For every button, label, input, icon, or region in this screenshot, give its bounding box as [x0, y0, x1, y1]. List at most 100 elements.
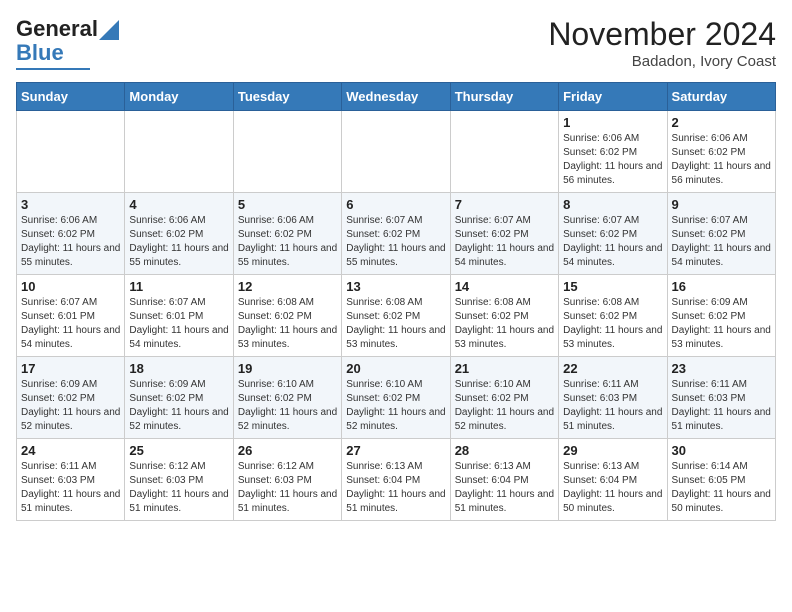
day-number: 12: [238, 279, 337, 294]
day-number: 22: [563, 361, 662, 376]
day-info: Sunrise: 6:11 AM Sunset: 6:03 PM Dayligh…: [21, 460, 120, 516]
day-info: Sunrise: 6:09 AM Sunset: 6:02 PM Dayligh…: [672, 296, 771, 352]
day-info: Sunrise: 6:12 AM Sunset: 6:03 PM Dayligh…: [238, 460, 337, 516]
logo-underline: [16, 68, 90, 70]
calendar-cell: 28 Sunrise: 6:13 AM Sunset: 6:04 PM Dayli…: [450, 439, 558, 521]
day-info: Sunrise: 6:12 AM Sunset: 6:03 PM Dayligh…: [129, 460, 228, 516]
calendar-cell: 7 Sunrise: 6:07 AM Sunset: 6:02 PM Daylig…: [450, 193, 558, 275]
calendar-cell: 19 Sunrise: 6:10 AM Sunset: 6:02 PM Dayli…: [233, 357, 341, 439]
logo: General Blue: [16, 16, 119, 70]
calendar-cell: [17, 111, 125, 193]
day-number: 14: [455, 279, 554, 294]
calendar-cell: [342, 111, 450, 193]
calendar-cell: 3 Sunrise: 6:06 AM Sunset: 6:02 PM Daylig…: [17, 193, 125, 275]
weekday-header-friday: Friday: [559, 83, 667, 111]
day-number: 18: [129, 361, 228, 376]
calendar-cell: [125, 111, 233, 193]
calendar-week-2: 3 Sunrise: 6:06 AM Sunset: 6:02 PM Daylig…: [17, 193, 776, 275]
weekday-header-thursday: Thursday: [450, 83, 558, 111]
day-info: Sunrise: 6:13 AM Sunset: 6:04 PM Dayligh…: [563, 460, 662, 516]
day-number: 11: [129, 279, 228, 294]
day-number: 23: [672, 361, 771, 376]
day-info: Sunrise: 6:13 AM Sunset: 6:04 PM Dayligh…: [346, 460, 445, 516]
day-number: 19: [238, 361, 337, 376]
day-info: Sunrise: 6:09 AM Sunset: 6:02 PM Dayligh…: [129, 378, 228, 434]
day-number: 7: [455, 197, 554, 212]
day-number: 27: [346, 443, 445, 458]
calendar-cell: [450, 111, 558, 193]
calendar-cell: [233, 111, 341, 193]
calendar-cell: 11 Sunrise: 6:07 AM Sunset: 6:01 PM Dayli…: [125, 275, 233, 357]
day-info: Sunrise: 6:08 AM Sunset: 6:02 PM Dayligh…: [238, 296, 337, 352]
calendar-cell: 9 Sunrise: 6:07 AM Sunset: 6:02 PM Daylig…: [667, 193, 775, 275]
calendar-cell: 17Sunrise: 6:09 AM Sunset: 6:02 PM Dayli…: [17, 357, 125, 439]
day-info: Sunrise: 6:14 AM Sunset: 6:05 PM Dayligh…: [672, 460, 771, 516]
day-number: 24: [21, 443, 120, 458]
day-info: Sunrise: 6:07 AM Sunset: 6:01 PM Dayligh…: [21, 296, 120, 352]
logo-arrow-icon: [99, 20, 119, 40]
day-number: 5: [238, 197, 337, 212]
day-info: Sunrise: 6:10 AM Sunset: 6:02 PM Dayligh…: [238, 378, 337, 434]
calendar-cell: 4 Sunrise: 6:06 AM Sunset: 6:02 PM Daylig…: [125, 193, 233, 275]
calendar-cell: 13 Sunrise: 6:08 AM Sunset: 6:02 PM Dayli…: [342, 275, 450, 357]
day-number: 13: [346, 279, 445, 294]
weekday-header-row: SundayMondayTuesdayWednesdayThursdayFrid…: [17, 83, 776, 111]
day-info: Sunrise: 6:07 AM Sunset: 6:01 PM Dayligh…: [129, 296, 228, 352]
calendar-cell: 29 Sunrise: 6:13 AM Sunset: 6:04 PM Dayli…: [559, 439, 667, 521]
day-number: 20: [346, 361, 445, 376]
day-number: 26: [238, 443, 337, 458]
day-number: 21: [455, 361, 554, 376]
day-info: Sunrise: 6:08 AM Sunset: 6:02 PM Dayligh…: [455, 296, 554, 352]
day-number: 2: [672, 115, 771, 130]
day-info: Sunrise: 6:07 AM Sunset: 6:02 PM Dayligh…: [563, 214, 662, 270]
location: Badadon, Ivory Coast: [548, 53, 776, 70]
day-number: 3: [21, 197, 120, 212]
logo-blue: Blue: [16, 40, 64, 66]
calendar-cell: 22 Sunrise: 6:11 AM Sunset: 6:03 PM Dayli…: [559, 357, 667, 439]
weekday-header-saturday: Saturday: [667, 83, 775, 111]
day-info: Sunrise: 6:06 AM Sunset: 6:02 PM Dayligh…: [563, 132, 662, 188]
day-info: Sunrise: 6:06 AM Sunset: 6:02 PM Dayligh…: [129, 214, 228, 270]
calendar-cell: 26 Sunrise: 6:12 AM Sunset: 6:03 PM Dayli…: [233, 439, 341, 521]
day-number: 6: [346, 197, 445, 212]
day-info: Sunrise: 6:07 AM Sunset: 6:02 PM Dayligh…: [346, 214, 445, 270]
calendar-cell: 14 Sunrise: 6:08 AM Sunset: 6:02 PM Dayli…: [450, 275, 558, 357]
calendar-cell: 2 Sunrise: 6:06 AM Sunset: 6:02 PM Daylig…: [667, 111, 775, 193]
calendar-cell: 15Sunrise: 6:08 AM Sunset: 6:02 PM Dayli…: [559, 275, 667, 357]
weekday-header-wednesday: Wednesday: [342, 83, 450, 111]
day-number: 16: [672, 279, 771, 294]
calendar-cell: 1 Sunrise: 6:06 AM Sunset: 6:02 PM Daylig…: [559, 111, 667, 193]
month-title: November 2024: [548, 16, 776, 53]
day-number: 30: [672, 443, 771, 458]
day-info: Sunrise: 6:08 AM Sunset: 6:02 PM Dayligh…: [346, 296, 445, 352]
day-info: Sunrise: 6:13 AM Sunset: 6:04 PM Dayligh…: [455, 460, 554, 516]
calendar-cell: 25 Sunrise: 6:12 AM Sunset: 6:03 PM Dayli…: [125, 439, 233, 521]
day-info: Sunrise: 6:06 AM Sunset: 6:02 PM Dayligh…: [21, 214, 120, 270]
day-number: 29: [563, 443, 662, 458]
calendar-cell: 10Sunrise: 6:07 AM Sunset: 6:01 PM Dayli…: [17, 275, 125, 357]
day-number: 28: [455, 443, 554, 458]
calendar-cell: 8Sunrise: 6:07 AM Sunset: 6:02 PM Daylig…: [559, 193, 667, 275]
calendar-cell: 6 Sunrise: 6:07 AM Sunset: 6:02 PM Daylig…: [342, 193, 450, 275]
day-info: Sunrise: 6:10 AM Sunset: 6:02 PM Dayligh…: [346, 378, 445, 434]
calendar-cell: 5Sunrise: 6:06 AM Sunset: 6:02 PM Daylig…: [233, 193, 341, 275]
day-info: Sunrise: 6:06 AM Sunset: 6:02 PM Dayligh…: [672, 132, 771, 188]
day-info: Sunrise: 6:11 AM Sunset: 6:03 PM Dayligh…: [563, 378, 662, 434]
page-header: General Blue November 2024 Badadon, Ivor…: [16, 16, 776, 70]
calendar-week-5: 24 Sunrise: 6:11 AM Sunset: 6:03 PM Dayli…: [17, 439, 776, 521]
day-info: Sunrise: 6:07 AM Sunset: 6:02 PM Dayligh…: [455, 214, 554, 270]
day-info: Sunrise: 6:07 AM Sunset: 6:02 PM Dayligh…: [672, 214, 771, 270]
day-number: 1: [563, 115, 662, 130]
day-info: Sunrise: 6:11 AM Sunset: 6:03 PM Dayligh…: [672, 378, 771, 434]
day-number: 25: [129, 443, 228, 458]
day-number: 9: [672, 197, 771, 212]
calendar-cell: 24 Sunrise: 6:11 AM Sunset: 6:03 PM Dayli…: [17, 439, 125, 521]
calendar-cell: 20 Sunrise: 6:10 AM Sunset: 6:02 PM Dayli…: [342, 357, 450, 439]
calendar-cell: 12 Sunrise: 6:08 AM Sunset: 6:02 PM Dayli…: [233, 275, 341, 357]
calendar-week-4: 17Sunrise: 6:09 AM Sunset: 6:02 PM Dayli…: [17, 357, 776, 439]
calendar-cell: 30 Sunrise: 6:14 AM Sunset: 6:05 PM Dayli…: [667, 439, 775, 521]
day-info: Sunrise: 6:09 AM Sunset: 6:02 PM Dayligh…: [21, 378, 120, 434]
day-info: Sunrise: 6:08 AM Sunset: 6:02 PM Dayligh…: [563, 296, 662, 352]
day-number: 4: [129, 197, 228, 212]
title-block: November 2024 Badadon, Ivory Coast: [548, 16, 776, 70]
